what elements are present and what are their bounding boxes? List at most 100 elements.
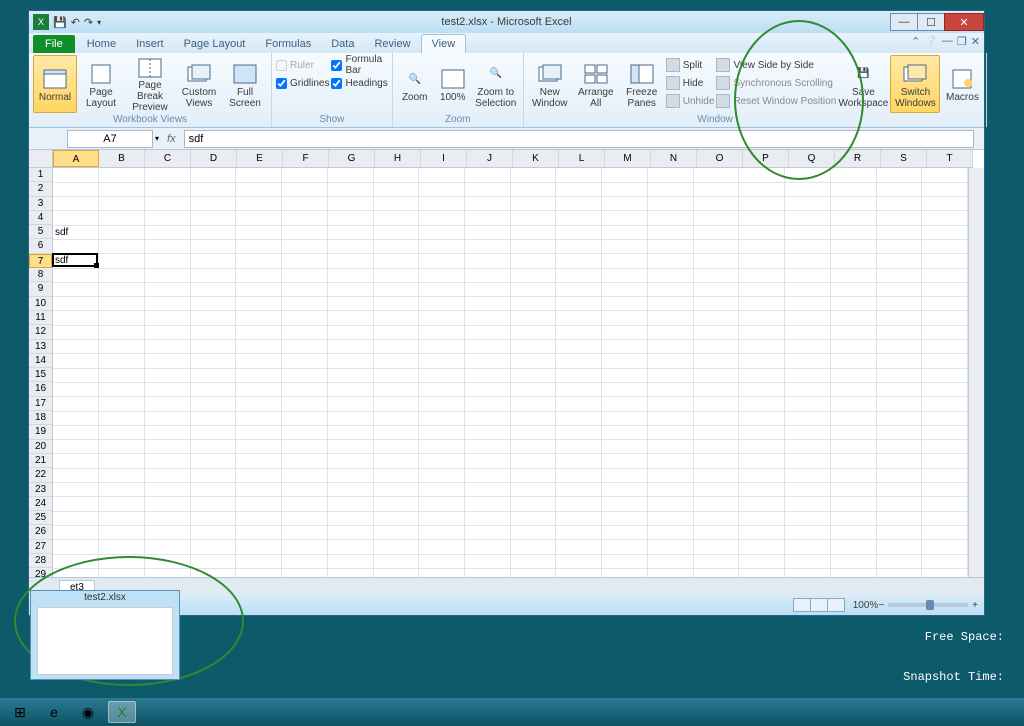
column-header[interactable]: E: [237, 150, 283, 167]
row-header[interactable]: 21: [29, 454, 52, 468]
row-header[interactable]: 11: [29, 311, 52, 325]
unhide-button[interactable]: Unhide: [666, 93, 715, 109]
row-header[interactable]: 4: [29, 211, 52, 225]
save-workspace-button[interactable]: 💾 Save Workspace: [838, 55, 888, 113]
taskbar-preview[interactable]: test2.xlsx: [30, 590, 180, 680]
row-header[interactable]: 7: [29, 254, 52, 268]
normal-view-button[interactable]: Normal: [33, 55, 77, 113]
select-all-corner[interactable]: [29, 150, 53, 168]
row-header[interactable]: 28: [29, 554, 52, 568]
column-header[interactable]: N: [651, 150, 697, 167]
row-header[interactable]: 19: [29, 425, 52, 439]
help-icon[interactable]: ❔: [924, 35, 938, 48]
zoom-button[interactable]: 🔍 Zoom: [397, 55, 433, 113]
formula-bar-checkbox[interactable]: Formula Bar: [331, 57, 387, 73]
row-header[interactable]: 6: [29, 239, 52, 253]
row-header[interactable]: 13: [29, 340, 52, 354]
hide-button[interactable]: Hide: [666, 75, 715, 91]
column-header[interactable]: S: [881, 150, 927, 167]
column-header[interactable]: M: [605, 150, 651, 167]
column-header[interactable]: P: [743, 150, 789, 167]
split-button[interactable]: Split: [666, 57, 715, 73]
fx-icon[interactable]: fx: [167, 133, 176, 145]
view-page-layout-icon[interactable]: [810, 598, 828, 612]
row-header[interactable]: 25: [29, 511, 52, 525]
headings-checkbox[interactable]: Headings: [331, 75, 387, 91]
doc-restore-icon[interactable]: ❐: [957, 35, 967, 48]
vertical-scrollbar[interactable]: [968, 168, 984, 577]
row-header[interactable]: 20: [29, 440, 52, 454]
sync-scrolling-button[interactable]: Synchronous Scrolling: [716, 75, 836, 91]
macros-button[interactable]: Macros: [942, 55, 982, 113]
row-header[interactable]: 8: [29, 268, 52, 282]
page-layout-button[interactable]: Page Layout: [79, 55, 123, 113]
column-header[interactable]: G: [329, 150, 375, 167]
column-header[interactable]: C: [145, 150, 191, 167]
column-header[interactable]: Q: [789, 150, 835, 167]
gridlines-checkbox[interactable]: Gridlines: [276, 75, 329, 91]
full-screen-button[interactable]: Full Screen: [223, 55, 267, 113]
row-header[interactable]: 3: [29, 197, 52, 211]
column-header[interactable]: I: [421, 150, 467, 167]
view-normal-icon[interactable]: [793, 598, 811, 612]
custom-views-button[interactable]: Custom Views: [177, 55, 221, 113]
minimize-ribbon-icon[interactable]: ⌃: [911, 35, 920, 48]
column-header[interactable]: K: [513, 150, 559, 167]
row-header[interactable]: 12: [29, 325, 52, 339]
row-header[interactable]: 2: [29, 182, 52, 196]
column-header[interactable]: B: [99, 150, 145, 167]
view-page-break-icon[interactable]: [827, 598, 845, 612]
undo-icon[interactable]: ↶: [71, 16, 80, 29]
tab-formulas[interactable]: Formulas: [255, 35, 321, 53]
doc-close-icon[interactable]: ✕: [971, 35, 980, 48]
row-header[interactable]: 15: [29, 368, 52, 382]
freeze-panes-button[interactable]: Freeze Panes: [620, 55, 664, 113]
arrange-all-button[interactable]: Arrange All: [574, 55, 618, 113]
zoom-100-button[interactable]: 100%: [435, 55, 471, 113]
row-header[interactable]: 17: [29, 397, 52, 411]
switch-windows-button[interactable]: Switch Windows: [890, 55, 940, 113]
minimize-button[interactable]: —: [890, 13, 918, 31]
zoom-in-icon[interactable]: +: [972, 600, 978, 611]
column-header[interactable]: F: [283, 150, 329, 167]
column-header[interactable]: D: [191, 150, 237, 167]
taskbar[interactable]: ⊞ e ◉ X: [0, 698, 1024, 726]
column-header[interactable]: H: [375, 150, 421, 167]
row-header[interactable]: 9: [29, 282, 52, 296]
tab-page-layout[interactable]: Page Layout: [174, 35, 256, 53]
view-side-by-side-button[interactable]: View Side by Side: [716, 57, 836, 73]
ruler-checkbox[interactable]: Ruler: [276, 57, 329, 73]
file-tab[interactable]: File: [33, 35, 75, 53]
zoom-level[interactable]: 100%: [853, 600, 879, 611]
row-header[interactable]: 16: [29, 382, 52, 396]
formula-input[interactable]: sdf: [184, 130, 974, 148]
close-button[interactable]: ✕: [944, 13, 984, 31]
row-header[interactable]: 1: [29, 168, 52, 182]
qat-dropdown-icon[interactable]: ▾: [97, 18, 101, 27]
new-window-button[interactable]: New Window: [528, 55, 572, 113]
zoom-out-icon[interactable]: −: [878, 600, 884, 611]
row-header[interactable]: 10: [29, 297, 52, 311]
chrome-icon[interactable]: ◉: [74, 701, 102, 723]
column-header[interactable]: L: [559, 150, 605, 167]
ie-icon[interactable]: e: [40, 701, 68, 723]
doc-minimize-icon[interactable]: —: [942, 35, 953, 48]
maximize-button[interactable]: ☐: [917, 13, 945, 31]
cell-grid[interactable]: sdfsdf: [53, 168, 968, 577]
row-header[interactable]: 18: [29, 411, 52, 425]
column-header[interactable]: A: [53, 150, 99, 167]
tab-insert[interactable]: Insert: [126, 35, 174, 53]
redo-icon[interactable]: ↷: [84, 16, 93, 29]
reset-window-position-button[interactable]: Reset Window Position: [716, 93, 836, 109]
column-header[interactable]: J: [467, 150, 513, 167]
tab-view[interactable]: View: [421, 34, 467, 53]
row-header[interactable]: 29: [29, 568, 52, 577]
excel-taskbar-icon[interactable]: X: [108, 701, 136, 723]
column-header[interactable]: T: [927, 150, 973, 167]
zoom-to-selection-button[interactable]: 🔍 Zoom to Selection: [473, 55, 519, 113]
row-header[interactable]: 5: [29, 225, 52, 239]
name-box[interactable]: A7: [67, 130, 153, 148]
tab-home[interactable]: Home: [77, 35, 126, 53]
row-header[interactable]: 14: [29, 354, 52, 368]
column-header[interactable]: O: [697, 150, 743, 167]
